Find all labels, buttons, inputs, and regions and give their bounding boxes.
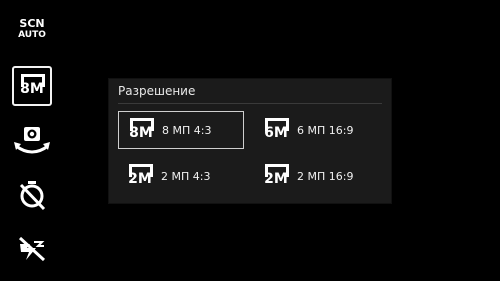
resolution-icon: 8M <box>19 74 45 98</box>
resolution-option-6mp-16-9[interactable]: 6M 6 МП 16:9 <box>254 111 380 149</box>
scene-mode-line1: SCN <box>19 17 45 30</box>
option-label: 2 МП 16:9 <box>297 169 354 183</box>
flash-off-button[interactable] <box>12 228 52 268</box>
camera-toolbar: SCN AUTO 8M <box>0 0 64 281</box>
option-label: 2 МП 4:3 <box>161 169 211 183</box>
resolution-2m-icon: 2M <box>263 164 289 188</box>
resolution-6m-icon: 6M <box>263 118 289 142</box>
scene-mode-line2: AUTO <box>18 30 46 40</box>
resolution-option-2mp-16-9[interactable]: 2M 2 МП 16:9 <box>254 157 380 195</box>
resolution-8m-icon: 8M <box>128 118 154 142</box>
resolution-2m-icon: 2M <box>127 164 153 188</box>
dialog-title: Разрешение <box>118 84 196 98</box>
resolution-button[interactable]: 8M <box>12 66 52 106</box>
timer-off-button[interactable] <box>12 175 52 215</box>
scene-mode-button[interactable]: SCN AUTO <box>12 18 52 40</box>
resolution-option-2mp-4-3[interactable]: 2M 2 МП 4:3 <box>118 157 244 195</box>
camera-switch-button[interactable] <box>12 122 52 162</box>
option-label: 8 МП 4:3 <box>162 123 212 137</box>
resolution-dialog: Разрешение 8M 8 МП 4:3 6M 6 МП 16:9 2M 2… <box>109 79 391 203</box>
flash-off-icon <box>18 236 46 262</box>
dialog-divider <box>118 103 382 104</box>
option-label: 6 МП 16:9 <box>297 123 354 137</box>
camera-switch-icon <box>14 127 50 154</box>
timer-off-icon <box>19 181 46 211</box>
resolution-option-8mp-4-3[interactable]: 8M 8 МП 4:3 <box>118 111 244 149</box>
